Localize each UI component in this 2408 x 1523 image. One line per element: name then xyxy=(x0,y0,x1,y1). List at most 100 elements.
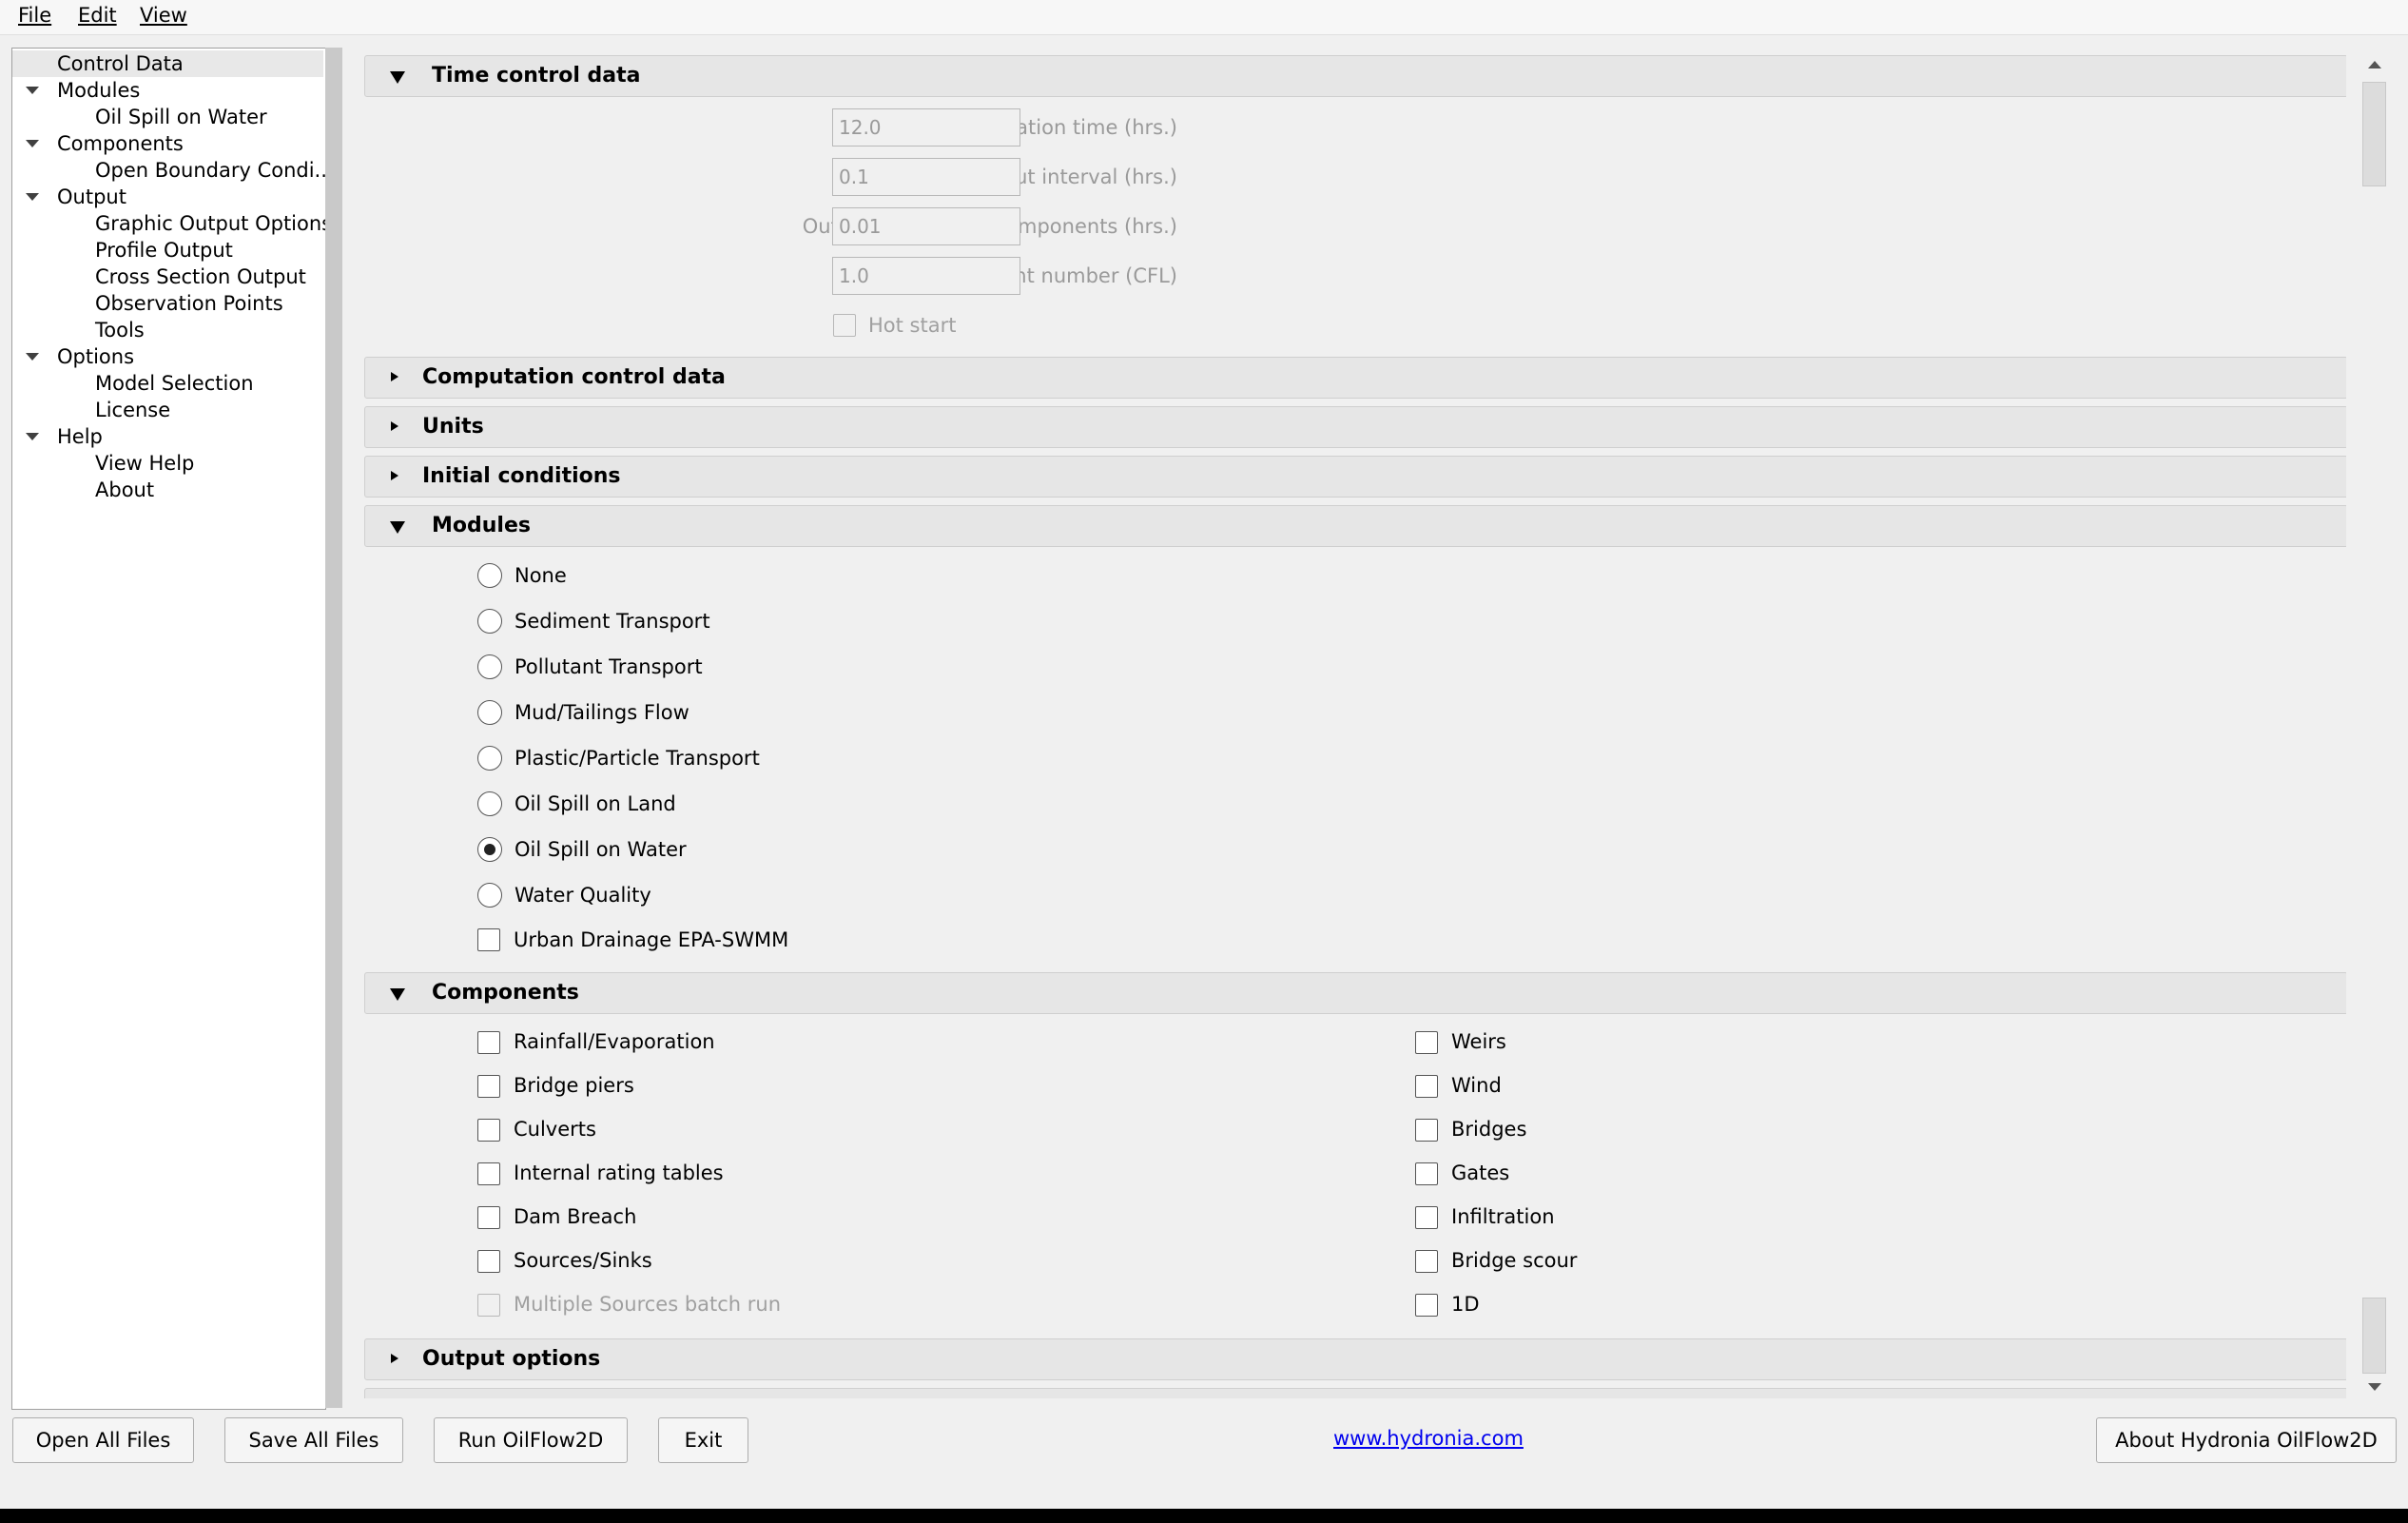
component-checkbox[interactable] xyxy=(477,1075,500,1098)
save-all-files-button[interactable]: Save All Files xyxy=(224,1417,403,1463)
tree-item[interactable]: Components xyxy=(12,130,323,157)
tree-item[interactable]: Graphic Output Options xyxy=(12,210,332,237)
component-checkbox[interactable] xyxy=(1415,1250,1438,1273)
tree-item-label: View Help xyxy=(95,452,195,475)
tree-item[interactable]: Model Selection xyxy=(12,370,323,397)
tree-item-label: Open Boundary Condi... xyxy=(95,159,334,182)
expanded-triangle-icon xyxy=(390,988,405,1001)
section-time-control[interactable]: Time control data xyxy=(364,55,2346,97)
module-radio[interactable] xyxy=(477,654,502,679)
section-title: Modules xyxy=(432,514,531,537)
section-units[interactable]: Units xyxy=(364,406,2346,448)
component-checkbox[interactable] xyxy=(477,1294,500,1317)
component-checkbox[interactable] xyxy=(477,1250,500,1273)
tree-expand-arrow-icon[interactable] xyxy=(26,433,39,440)
tree-expand-arrow-icon[interactable] xyxy=(26,193,39,201)
tree-expand-arrow-icon[interactable] xyxy=(26,87,39,94)
component-checkbox[interactable] xyxy=(1415,1294,1438,1317)
module-label: None xyxy=(515,564,567,587)
tree-expand-arrow-icon[interactable] xyxy=(26,353,39,361)
section-title: Units xyxy=(422,415,484,439)
simulation-time-input[interactable] xyxy=(832,108,1020,146)
module-radio[interactable] xyxy=(477,700,502,725)
vertical-scrollbar[interactable] xyxy=(2360,48,2389,1398)
tree-item[interactable]: Modules xyxy=(12,77,323,104)
component-label: Bridge scour xyxy=(1451,1249,1578,1272)
component-checkbox[interactable] xyxy=(1415,1119,1438,1142)
tree-item-label: Components xyxy=(57,132,184,155)
section-title: Components xyxy=(432,981,579,1005)
website-link[interactable]: www.hydronia.com xyxy=(1333,1427,1524,1450)
collapsed-triangle-icon xyxy=(391,372,398,381)
menu-edit[interactable]: Edit xyxy=(78,4,117,27)
scrollbar-thumb[interactable] xyxy=(2362,82,2386,186)
component-checkbox[interactable] xyxy=(1415,1162,1438,1185)
tree-item[interactable]: Observation Points xyxy=(12,290,323,317)
component-output-interval-input[interactable] xyxy=(832,207,1020,245)
tree-item[interactable]: Open Boundary Condi... xyxy=(12,157,334,184)
module-label: Water Quality xyxy=(515,884,651,907)
tree-item[interactable]: Profile Output xyxy=(12,237,323,264)
component-label: Internal rating tables xyxy=(514,1162,724,1184)
collapsed-triangle-icon xyxy=(391,421,398,431)
panel-splitter[interactable] xyxy=(325,48,342,1408)
tree-item[interactable]: Control Data xyxy=(12,50,323,77)
exit-button[interactable]: Exit xyxy=(658,1417,748,1463)
output-interval-input[interactable] xyxy=(832,158,1020,196)
scroll-down-arrow-icon[interactable] xyxy=(2368,1383,2381,1391)
module-radio[interactable] xyxy=(477,609,502,634)
run-oilflow2d-button[interactable]: Run OilFlow2D xyxy=(434,1417,628,1463)
section-next-partial[interactable] xyxy=(364,1388,2346,1398)
component-checkbox[interactable] xyxy=(477,1119,500,1142)
tree-expand-arrow-icon[interactable] xyxy=(26,140,39,147)
open-all-files-button[interactable]: Open All Files xyxy=(12,1417,194,1463)
component-label: Rainfall/Evaporation xyxy=(514,1030,715,1053)
section-computation-control[interactable]: Computation control data xyxy=(364,357,2346,399)
tree-item[interactable]: Cross Section Output xyxy=(12,264,323,290)
about-hydronia-button[interactable]: About Hydronia OilFlow2D xyxy=(2096,1417,2397,1463)
tree-item-label: Tools xyxy=(95,319,145,342)
tree-item[interactable]: View Help xyxy=(12,450,323,477)
scrollbar-lower-segment xyxy=(2362,1298,2386,1374)
scroll-up-arrow-icon[interactable] xyxy=(2368,61,2381,68)
tree-item[interactable]: Output xyxy=(12,184,323,210)
section-title: Output options xyxy=(422,1347,601,1371)
collapsed-triangle-icon xyxy=(391,1354,398,1363)
component-checkbox[interactable] xyxy=(477,1031,500,1054)
module-radio[interactable] xyxy=(477,563,502,588)
component-checkbox[interactable] xyxy=(1415,1031,1438,1054)
component-checkbox[interactable] xyxy=(477,1206,500,1229)
tree-item[interactable]: Tools xyxy=(12,317,323,343)
component-label: Infiltration xyxy=(1451,1205,1555,1228)
section-initial-conditions[interactable]: Initial conditions xyxy=(364,456,2346,498)
urban-drainage-checkbox[interactable] xyxy=(477,928,500,951)
tree-item[interactable]: About xyxy=(12,477,323,503)
menu-view[interactable]: View xyxy=(140,4,187,27)
hot-start-label: Hot start xyxy=(868,314,957,337)
tree-item[interactable]: License xyxy=(12,397,323,423)
module-radio[interactable] xyxy=(477,791,502,816)
courant-number-input[interactable] xyxy=(832,257,1020,295)
bottom-edge xyxy=(0,1509,2408,1523)
module-radio[interactable] xyxy=(477,883,502,908)
component-checkbox[interactable] xyxy=(1415,1075,1438,1098)
tree-item[interactable]: Help xyxy=(12,423,323,450)
component-label: Culverts xyxy=(514,1118,596,1141)
navigation-tree: Control Data Modules Oil Spill on Water Com… xyxy=(11,48,334,1410)
tree-item[interactable]: Options xyxy=(12,343,323,370)
hot-start-checkbox[interactable] xyxy=(833,314,856,337)
section-modules[interactable]: Modules xyxy=(364,505,2346,547)
component-label: Weirs xyxy=(1451,1030,1506,1053)
tree-item-label: Control Data xyxy=(57,52,184,75)
component-checkbox[interactable] xyxy=(1415,1206,1438,1229)
module-radio[interactable] xyxy=(477,746,502,771)
menu-file[interactable]: File xyxy=(18,4,51,27)
section-output-options[interactable]: Output options xyxy=(364,1338,2346,1380)
tree-item-label: Help xyxy=(57,425,103,448)
component-label: Multiple Sources batch run xyxy=(514,1293,782,1316)
component-checkbox[interactable] xyxy=(477,1162,500,1185)
tree-item[interactable]: Oil Spill on Water xyxy=(12,104,323,130)
tree-item-label: Graphic Output Options xyxy=(95,212,333,235)
section-components[interactable]: Components xyxy=(364,972,2346,1014)
module-radio[interactable] xyxy=(477,837,502,862)
